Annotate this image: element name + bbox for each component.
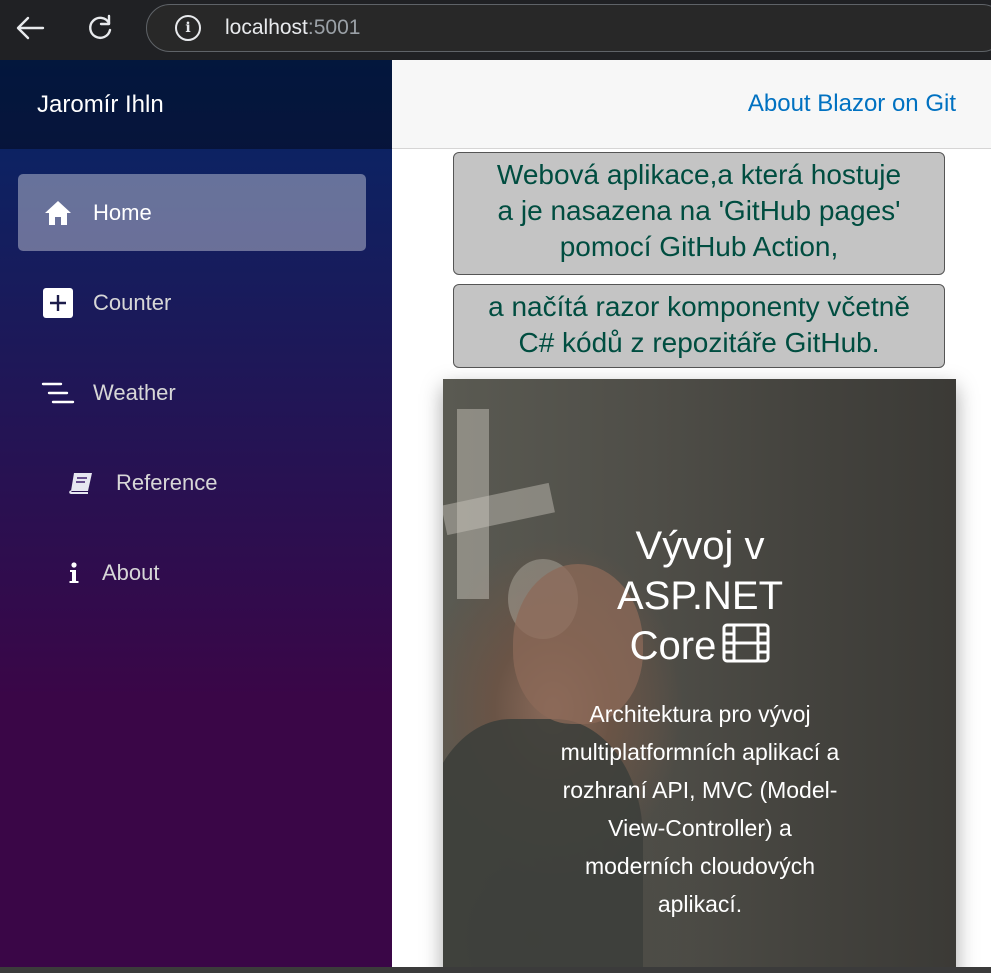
hero-subtitle: Architektura pro vývoj multiplatformních… bbox=[560, 701, 840, 917]
nav-menu: Home Counter Weather Reference About bbox=[0, 149, 392, 624]
reload-icon bbox=[89, 14, 112, 39]
film-icon bbox=[722, 623, 770, 675]
hero-card[interactable]: Vývoj v ASP.NET Core Architektura pro vý… bbox=[443, 379, 956, 967]
info-icon bbox=[56, 555, 92, 591]
brand-row: Jaromír Ihln bbox=[0, 60, 392, 149]
about-blazor-link[interactable]: About Blazor on Git bbox=[748, 90, 956, 118]
nav-item-weather: Weather bbox=[0, 354, 392, 444]
nav-link-home[interactable]: Home bbox=[18, 174, 366, 251]
nav-link-about[interactable]: About bbox=[18, 534, 366, 611]
intro-bubble-2: a načítá razor komponenty včetně C# kódů… bbox=[453, 284, 945, 368]
nav-item-home: Home bbox=[0, 174, 392, 264]
hero-title-line1: Vývoj v bbox=[635, 524, 765, 568]
nav-item-reference: Reference bbox=[0, 444, 392, 534]
back-button[interactable] bbox=[10, 10, 50, 46]
plus-square-icon bbox=[40, 285, 76, 321]
hero-title-line2: ASP.NET bbox=[617, 574, 783, 618]
window-bottom-edge bbox=[0, 967, 991, 973]
hero-title-line3: Core bbox=[553, 621, 847, 675]
nav-item-counter: Counter bbox=[0, 264, 392, 354]
nav-label-about: About bbox=[102, 559, 160, 585]
reload-button[interactable] bbox=[80, 10, 120, 46]
bubble1-line1: Webová aplikace,a která hostuje bbox=[496, 159, 902, 190]
hero-title: Vývoj v ASP.NET Core bbox=[553, 521, 847, 675]
nav-label-counter: Counter bbox=[93, 289, 172, 315]
nav-item-about: About bbox=[0, 534, 392, 624]
top-row: About Blazor on Git bbox=[392, 60, 991, 149]
nav-link-counter[interactable]: Counter bbox=[18, 264, 366, 341]
main-content: About Blazor on Git Webová aplikace,a kt… bbox=[392, 60, 991, 967]
browser-toolbar: i localhost:5001 bbox=[0, 0, 991, 60]
nav-label-weather: Weather bbox=[93, 379, 176, 405]
list-lines-icon bbox=[40, 375, 76, 411]
hero-content: Vývoj v ASP.NET Core Architektura pro vý… bbox=[553, 521, 847, 923]
sidebar: Jaromír Ihln Home Counter Weather Refere… bbox=[0, 60, 392, 973]
nav-label-reference: Reference bbox=[116, 469, 218, 495]
brand-link[interactable]: Jaromír Ihln bbox=[37, 91, 164, 119]
bubble2-line1: a načítá razor komponenty včetně bbox=[488, 291, 910, 322]
arrow-left-icon bbox=[16, 16, 45, 40]
nav-link-weather[interactable]: Weather bbox=[18, 354, 366, 431]
url-text[interactable]: localhost:5001 bbox=[225, 16, 360, 40]
nav-label-home: Home bbox=[93, 199, 152, 225]
bubble1-line3: pomocí GitHub Action, bbox=[559, 231, 839, 262]
address-bar[interactable]: i localhost:5001 bbox=[146, 4, 991, 52]
url-port: :5001 bbox=[307, 16, 361, 39]
home-icon bbox=[40, 195, 76, 231]
intro-bubble-1: Webová aplikace,a která hostuje a je nas… bbox=[453, 152, 945, 275]
bubble1-line2: a je nasazena na 'GitHub pages' bbox=[497, 195, 901, 226]
url-host: localhost bbox=[225, 16, 308, 39]
nav-link-reference[interactable]: Reference bbox=[18, 444, 366, 521]
site-info-icon[interactable]: i bbox=[175, 15, 201, 41]
hero-title-line3-text: Core bbox=[629, 624, 717, 668]
book-icon bbox=[63, 465, 99, 501]
bubble2-line2: C# kódů z repozitáře GitHub. bbox=[518, 327, 880, 358]
